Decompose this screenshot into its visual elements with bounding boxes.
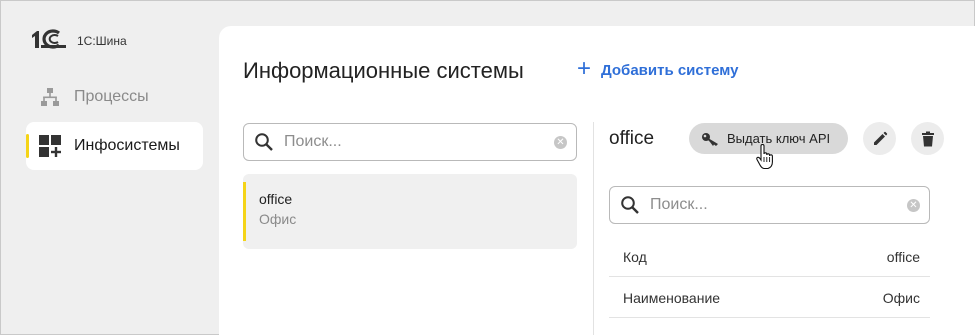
list-item-name: office: [259, 191, 293, 207]
main-panel: Информационные системы + Добавить систем…: [219, 26, 975, 335]
clear-search-icon[interactable]: ✕: [907, 198, 920, 212]
plus-icon: +: [577, 55, 592, 82]
properties-search: ✕: [609, 186, 930, 224]
list-item[interactable]: office Офис: [243, 174, 577, 249]
table-row: Наименование Офис: [609, 278, 930, 318]
sidebar-item-label: Инфосистемы: [74, 137, 180, 154]
sidebar-item-processes[interactable]: Процессы: [26, 73, 203, 121]
list-item-description: Офис: [259, 211, 297, 227]
dashboard-add-icon: [26, 134, 74, 158]
sitemap-icon: [26, 87, 74, 107]
app-logo: 1С:Шина: [29, 29, 127, 49]
search-icon: [254, 132, 274, 152]
detail-title: office: [609, 128, 655, 149]
app-name: 1С:Шина: [77, 33, 127, 48]
trash-icon: [921, 131, 934, 146]
property-key: Код: [623, 248, 647, 265]
property-value: Офис: [882, 289, 920, 306]
edit-button[interactable]: [863, 122, 896, 155]
add-system-button[interactable]: + Добавить систему: [577, 55, 739, 82]
add-system-label: Добавить систему: [601, 61, 739, 79]
clear-search-icon[interactable]: ✕: [554, 135, 567, 149]
systems-search: ✕: [243, 123, 577, 161]
properties-search-input[interactable]: [650, 196, 907, 214]
search-icon: [620, 195, 640, 215]
page-title: Информационные системы: [243, 58, 524, 83]
systems-search-input[interactable]: [284, 133, 554, 151]
delete-button[interactable]: [911, 122, 944, 155]
sidebar-item-label: Процессы: [74, 88, 149, 105]
issue-api-key-label: Выдать ключ API: [727, 131, 831, 146]
property-value: office: [886, 248, 920, 265]
table-row: Код office: [609, 237, 930, 277]
sidebar-item-infosystems[interactable]: Инфосистемы: [26, 122, 203, 170]
pencil-icon: [873, 131, 887, 145]
1c-logo-icon: [32, 29, 66, 49]
panel-divider: [593, 122, 594, 335]
hand-cursor-icon: [756, 144, 773, 170]
key-icon: [701, 131, 721, 147]
property-key: Наименование: [623, 289, 721, 306]
